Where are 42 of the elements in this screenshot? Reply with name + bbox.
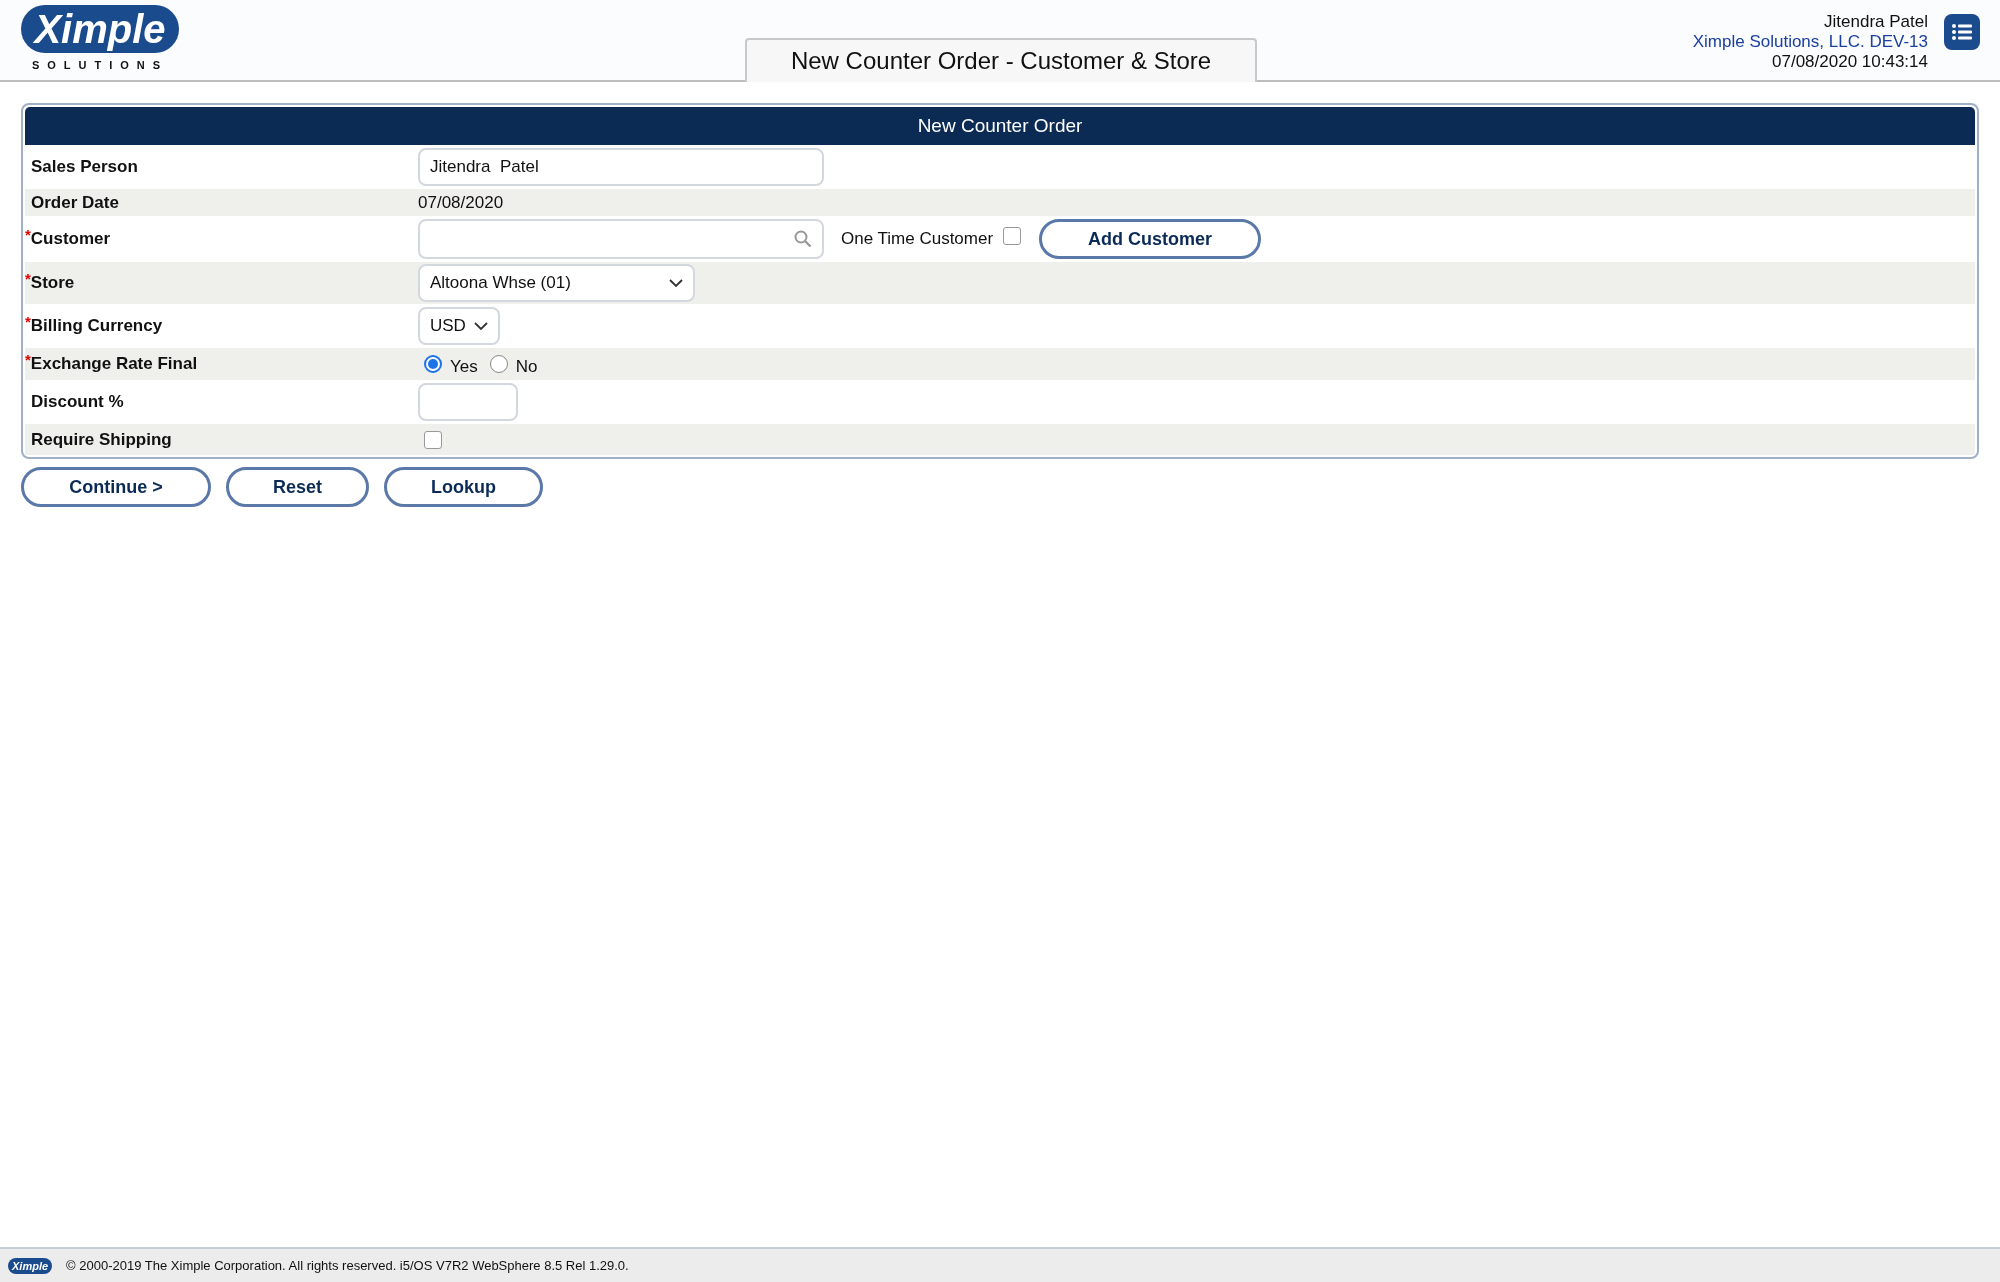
chevron-down-icon: [669, 278, 683, 288]
checkbox[interactable]: [1003, 227, 1022, 245]
radio-label: No: [515, 356, 538, 379]
required-mark: *: [25, 312, 31, 331]
dropdown[interactable]: Altoona Whse (01): [418, 264, 695, 302]
date-time: 07/08/2020 10:43:14: [1772, 52, 1928, 72]
radio-label: Yes: [450, 356, 478, 379]
panel-title: New Counter Order: [25, 107, 1975, 145]
action-button[interactable]: Reset: [226, 467, 369, 507]
checkbox-label: One Time Customer: [841, 228, 994, 251]
search-icon: [794, 230, 812, 248]
field-label: Require Shipping: [31, 428, 172, 451]
search-field[interactable]: [418, 219, 824, 259]
checkbox[interactable]: [424, 430, 442, 449]
field-label: Sales Person: [31, 156, 138, 179]
radio-button[interactable]: [424, 355, 442, 373]
required-mark: *: [25, 269, 31, 290]
field-label: Customer: [30, 228, 111, 251]
action-button[interactable]: Lookup: [384, 467, 543, 507]
logo-wordmark: Ximple: [21, 5, 179, 53]
required-mark: *: [25, 225, 31, 246]
company-name: Ximple Solutions, LLC. DEV-13: [1692, 32, 1928, 52]
field-label: Store: [30, 272, 75, 295]
menu-icon: [1952, 23, 1972, 41]
field-value: 07/08/2020: [418, 191, 504, 214]
field-label: Billing Currency: [30, 315, 163, 338]
field-label: Order Date: [31, 191, 119, 214]
input-field[interactable]: Jitendra Patel: [418, 148, 824, 186]
chevron-down-icon: [474, 321, 488, 331]
field-label: Discount %: [31, 391, 124, 414]
add-customer-button[interactable]: Add Customer: [1039, 219, 1262, 259]
action-button[interactable]: Continue >: [21, 467, 211, 507]
required-mark: *: [25, 350, 31, 369]
user-name: Jitendra Patel: [1824, 12, 1928, 32]
footer-logo: Ximple: [8, 1257, 53, 1274]
dropdown[interactable]: USD: [418, 307, 500, 345]
logo-tagline: SOLUTIONS: [31, 58, 169, 73]
input-field[interactable]: [418, 383, 518, 421]
menu-button[interactable]: [1944, 14, 1980, 50]
copyright-text: © 2000-2019 The Ximple Corporation. All rights reserved. i5/OS V7R2 WebSphere 8.5 Rel 1.29.0.: [66, 1256, 629, 1275]
field-label: Exchange Rate Final: [30, 353, 198, 376]
radio-button[interactable]: [489, 355, 508, 373]
